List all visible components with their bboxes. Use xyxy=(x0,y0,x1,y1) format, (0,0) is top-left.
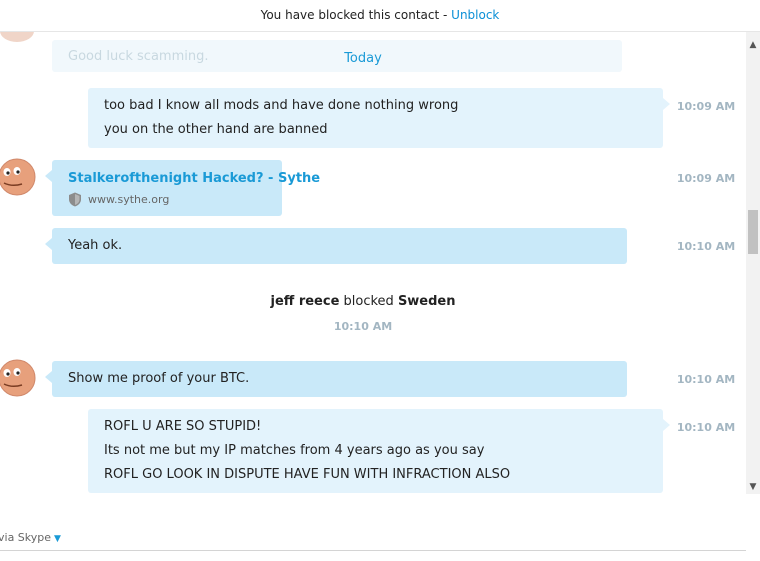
message-timestamp: 10:10 AM xyxy=(676,373,736,386)
message-text: Show me proof of your BTC. xyxy=(68,371,250,386)
message-text: ROFL U ARE SO STUPID! xyxy=(104,419,262,434)
system-event-action: blocked xyxy=(339,294,398,309)
link-preview-url: www.sythe.org xyxy=(68,192,266,207)
message-text: you on the other hand are banned xyxy=(104,122,328,137)
send-via-selector[interactable]: via Skype ▼ xyxy=(0,531,61,544)
chevron-down-icon: ▼ xyxy=(54,534,61,544)
system-event-message: jeff reece blocked Sweden xyxy=(0,294,726,309)
message-bubble: Yeah ok. xyxy=(45,228,627,264)
compose-footer: via Skype ▼ xyxy=(0,518,746,551)
message-text: ROFL GO LOOK IN DISPUTE HAVE FUN WITH IN… xyxy=(104,467,511,482)
message-bubble: too bad I know all mods and have done no… xyxy=(88,88,670,148)
system-event-timestamp: 10:10 AM xyxy=(333,320,393,333)
shield-icon xyxy=(69,192,81,207)
contact-avatar[interactable] xyxy=(0,158,36,196)
scroll-down-arrow-icon[interactable]: ▼ xyxy=(746,480,760,494)
conversation-history[interactable]: Good luck scamming. Today too bad I know… xyxy=(0,32,746,518)
blocked-contact-text: You have blocked this contact - xyxy=(260,8,452,22)
system-event-actor: jeff reece xyxy=(270,294,340,309)
link-url-text: www.sythe.org xyxy=(88,193,170,206)
message-text: too bad I know all mods and have done no… xyxy=(104,98,459,113)
vertical-scrollbar[interactable]: ▲ ▼ xyxy=(746,32,760,494)
contact-avatar[interactable] xyxy=(0,359,36,397)
message-text: Good luck scamming. xyxy=(68,49,209,64)
message-text: Its not me but my IP matches from 4 year… xyxy=(104,443,485,458)
message-timestamp: 10:10 AM xyxy=(676,240,736,253)
message-timestamp: 10:09 AM xyxy=(676,172,736,185)
message-timestamp: 10:10 AM xyxy=(676,421,736,434)
link-preview-bubble[interactable]: Stalkerofthenight Hacked? - Sythe www.sy… xyxy=(45,160,320,216)
message-bubble: ROFL U ARE SO STUPID! Its not me but my … xyxy=(88,409,670,493)
scroll-up-arrow-icon[interactable]: ▲ xyxy=(746,38,760,52)
blocked-contact-bar: You have blocked this contact - Unblock xyxy=(0,0,760,32)
avatar xyxy=(0,32,34,42)
message-timestamp: 10:09 AM xyxy=(676,100,736,113)
day-divider: Today xyxy=(344,51,382,66)
send-via-label: via Skype xyxy=(0,531,52,544)
message-text: Yeah ok. xyxy=(68,238,123,253)
message-bubble: Show me proof of your BTC. xyxy=(45,361,627,397)
system-event-target: Sweden xyxy=(397,294,456,309)
scrollbar-thumb[interactable] xyxy=(748,210,758,254)
unblock-link[interactable]: Unblock xyxy=(451,8,499,22)
link-preview-title[interactable]: Stalkerofthenight Hacked? - Sythe xyxy=(68,169,320,189)
